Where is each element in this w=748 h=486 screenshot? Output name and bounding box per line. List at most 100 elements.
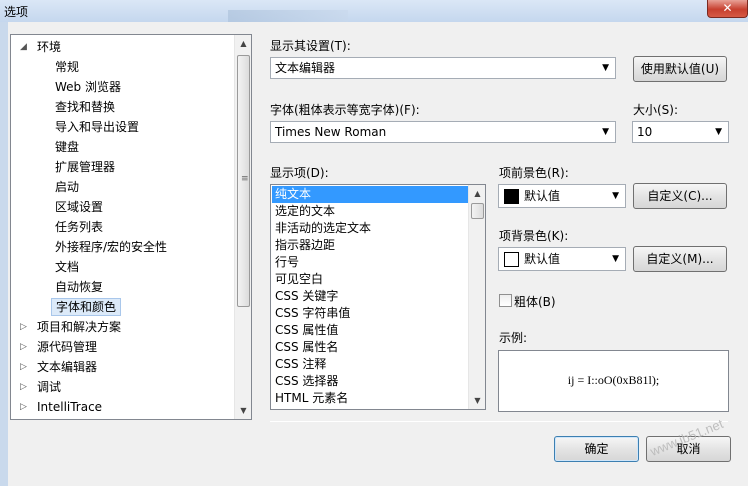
foreground-swatch (504, 189, 519, 204)
dialog-titlebar: 选项 ✕ (0, 0, 748, 22)
sample-preview: ij = I::oO(0xB81l); (498, 350, 729, 412)
tree-item[interactable]: 启动 (51, 177, 83, 197)
size-value: 10 (637, 125, 653, 139)
tree-item-label: IntelliTrace (37, 400, 103, 414)
dropdown-arrow-icon: ▼ (602, 63, 609, 73)
display-items-label: 显示项(D): (270, 166, 329, 180)
scroll-up-icon[interactable]: ▲ (235, 35, 251, 52)
tree-item[interactable]: 任务列表 (51, 217, 107, 237)
close-button[interactable]: ✕ (707, 0, 748, 18)
tree-item[interactable]: 导入和导出设置 (51, 117, 143, 137)
tree-item[interactable]: 常规 (51, 57, 83, 77)
tree-item[interactable]: 自动恢复 (51, 277, 107, 297)
footer-divider (270, 421, 728, 422)
display-item[interactable]: 指示器边距 (272, 237, 468, 254)
tree-item[interactable]: 扩展管理器 (51, 157, 119, 177)
tree-item-label: 文本编辑器 (37, 360, 98, 374)
display-item[interactable]: 可见空白 (272, 271, 468, 288)
tree-item-label: 启动 (55, 180, 80, 194)
tree-item[interactable]: ▷ 项目和解决方案 (20, 317, 125, 337)
font-value: Times New Roman (275, 125, 387, 139)
display-item[interactable]: CSS 注释 (272, 356, 468, 373)
foreground-custom-button[interactable]: 自定义(C)... (633, 183, 727, 209)
scroll-up-icon[interactable]: ▲ (469, 185, 485, 202)
sample-label: 示例: (499, 331, 528, 345)
foreground-combo[interactable]: 默认值 ▼ (498, 184, 626, 208)
size-combo[interactable]: 10 ▼ (632, 121, 729, 143)
background-label: 项背景色(K): (499, 229, 569, 243)
tree-item-label: 调试 (37, 380, 62, 394)
display-item[interactable]: CSS 属性名 (272, 339, 468, 356)
tree-item[interactable]: Web 浏览器 (51, 77, 125, 97)
tree-item-label: 外接程序/宏的安全性 (55, 240, 168, 254)
display-item[interactable]: 纯文本 (272, 186, 468, 203)
tree-item-label: 键盘 (55, 140, 80, 154)
expand-icon[interactable]: ▷ (20, 342, 30, 352)
display-item[interactable]: 非活动的选定文本 (272, 220, 468, 237)
tree-item-label: 文档 (55, 260, 80, 274)
tree-item[interactable]: 区域设置 (51, 197, 107, 217)
expand-icon[interactable]: ▷ (20, 322, 30, 332)
foreground-value: 默认值 (524, 189, 561, 203)
dropdown-arrow-icon: ▼ (715, 127, 722, 137)
dropdown-arrow-icon: ▼ (612, 191, 619, 201)
font-label: 字体(粗体表示等宽字体)(F): (270, 103, 420, 117)
tree-item[interactable]: 键盘 (51, 137, 83, 157)
background-swatch (504, 252, 519, 267)
tree-item[interactable]: ◢ 环境 (20, 37, 65, 57)
background-combo[interactable]: 默认值 ▼ (498, 247, 626, 271)
use-defaults-button[interactable]: 使用默认值(U) (633, 56, 727, 82)
display-item[interactable]: HTML 元素名 (272, 390, 468, 407)
bold-checkbox[interactable] (499, 294, 512, 307)
tree-item-label: 源代码管理 (37, 340, 98, 354)
tree-item-label: 项目和解决方案 (37, 320, 122, 334)
bold-label: 粗体(B) (514, 295, 556, 309)
scroll-thumb[interactable] (471, 203, 484, 219)
sample-text: ij = I::oO(0xB81l); (567, 373, 660, 387)
size-label: 大小(S): (633, 103, 679, 117)
foreground-label: 项前景色(R): (499, 166, 569, 180)
scroll-thumb[interactable]: ≡ (237, 55, 250, 307)
expand-icon[interactable]: ▷ (20, 362, 30, 372)
tree-item[interactable]: 文档 (51, 257, 83, 277)
expand-icon[interactable]: ▷ (20, 382, 30, 392)
tree-item-label: 查找和替换 (55, 100, 116, 114)
expand-icon[interactable]: ▷ (20, 402, 30, 412)
scroll-down-icon[interactable]: ▼ (235, 402, 251, 419)
tree-item-label: 环境 (37, 40, 62, 54)
options-tree[interactable]: ◢ 环境常规 Web 浏览器 查找和替换导入和导出设置键盘扩展管理器启动区域设置任务列… (10, 34, 252, 420)
tree-item-label: 任务列表 (55, 220, 104, 234)
list-scrollbar[interactable]: ▲ ▼ (468, 185, 485, 409)
tree-item[interactable]: ▷ IntelliTrace (20, 397, 106, 417)
show-settings-value: 文本编辑器 (275, 61, 336, 75)
title-blur (228, 10, 348, 22)
background-value: 默认值 (524, 252, 561, 266)
tree-item[interactable]: ▷ 源代码管理 (20, 337, 101, 357)
tree-item[interactable]: ▷ 文本编辑器 (20, 357, 101, 377)
show-settings-label: 显示其设置(T): (270, 39, 351, 53)
display-item[interactable]: CSS 关键字 (272, 288, 468, 305)
display-item[interactable]: CSS 属性值 (272, 322, 468, 339)
display-item[interactable]: CSS 字符串值 (272, 305, 468, 322)
collapse-icon[interactable]: ◢ (20, 42, 30, 52)
tree-scrollbar[interactable]: ▲ ≡ ▼ (234, 35, 251, 419)
scroll-down-icon[interactable]: ▼ (469, 392, 485, 409)
tree-item[interactable]: 字体和颜色 (51, 297, 122, 317)
display-item[interactable]: 选定的文本 (272, 203, 468, 220)
tree-item-label: 自动恢复 (55, 280, 104, 294)
show-settings-combo[interactable]: 文本编辑器 ▼ (270, 57, 616, 79)
display-items-list[interactable]: 纯文本 选定的文本 非活动的选定文本 指示器边距 行号 可见空白 CSS 关键字 CSS 字符… (270, 184, 486, 410)
dropdown-arrow-icon: ▼ (602, 127, 609, 137)
font-combo[interactable]: Times New Roman ▼ (270, 121, 616, 143)
dialog-title: 选项 (4, 5, 29, 19)
tree-item-label: 字体和颜色 (51, 298, 122, 316)
background-custom-button[interactable]: 自定义(M)... (633, 246, 727, 272)
display-item[interactable]: 行号 (272, 254, 468, 271)
tree-item[interactable]: ▷ 调试 (20, 377, 65, 397)
ok-button[interactable]: 确定 (554, 436, 639, 462)
tree-item[interactable]: 查找和替换 (51, 97, 119, 117)
tree-item-label: 扩展管理器 (55, 160, 116, 174)
tree-item-label: Web 浏览器 (55, 80, 121, 94)
tree-item[interactable]: 外接程序/宏的安全性 (51, 237, 171, 257)
display-item[interactable]: CSS 选择器 (272, 373, 468, 390)
